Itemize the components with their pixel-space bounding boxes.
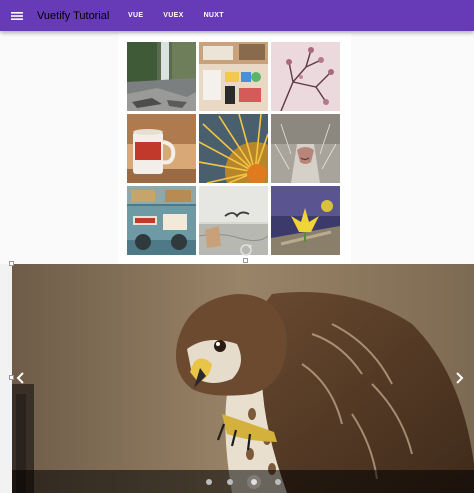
gallery-tile-flower[interactable] xyxy=(271,186,340,255)
gallery-card xyxy=(118,33,351,265)
nav-link-vue[interactable]: VUE xyxy=(118,0,153,31)
menu-button[interactable] xyxy=(2,0,32,31)
gallery-tile-sunburst[interactable] xyxy=(199,114,268,183)
hawk-image xyxy=(12,264,474,493)
carousel-next-button[interactable] xyxy=(450,368,468,388)
gallery-tile-mug[interactable] xyxy=(127,114,196,183)
image-grid xyxy=(127,42,340,255)
desk-items-image xyxy=(199,42,268,111)
sunburst-flower-image xyxy=(199,114,268,183)
chevron-left-icon xyxy=(16,372,24,384)
gallery-tile-bird[interactable] xyxy=(199,186,268,255)
nav-link-vuex[interactable]: VUEX xyxy=(153,0,193,31)
gallery-tile-waterfall[interactable] xyxy=(127,42,196,111)
resize-handle-top[interactable] xyxy=(243,258,248,263)
hamburger-menu-icon xyxy=(11,11,23,20)
carousel-dot-2[interactable] xyxy=(226,478,234,486)
rotate-handle-icon[interactable] xyxy=(239,243,253,257)
carousel-controls xyxy=(12,470,474,493)
image-carousel xyxy=(12,264,474,493)
cat-nose-image xyxy=(271,114,340,183)
carousel-dot-1[interactable] xyxy=(205,478,213,486)
app-title: Vuetify Tutorial xyxy=(37,9,110,22)
vintage-car-image xyxy=(127,186,196,255)
gallery-tile-car[interactable] xyxy=(127,186,196,255)
gallery-tile-desk[interactable] xyxy=(199,42,268,111)
chevron-right-icon xyxy=(456,372,464,384)
coffee-mug-image xyxy=(127,114,196,183)
pink-branches-image xyxy=(271,42,340,111)
carousel-dot-3[interactable] xyxy=(246,474,261,489)
bird-over-water-image xyxy=(199,186,268,255)
yellow-flower-image xyxy=(271,186,340,255)
gallery-tile-branches[interactable] xyxy=(271,42,340,111)
resize-handle-left[interactable] xyxy=(9,375,14,380)
carousel-dot-4[interactable] xyxy=(274,478,282,486)
waterfall-image xyxy=(127,42,196,111)
app-toolbar: Vuetify Tutorial VUE VUEX NUXT xyxy=(0,0,474,31)
nav-link-nuxt[interactable]: NUXT xyxy=(194,0,234,31)
carousel-prev-button[interactable] xyxy=(12,368,30,388)
resize-handle-top-left[interactable] xyxy=(9,261,14,266)
gallery-tile-cat[interactable] xyxy=(271,114,340,183)
